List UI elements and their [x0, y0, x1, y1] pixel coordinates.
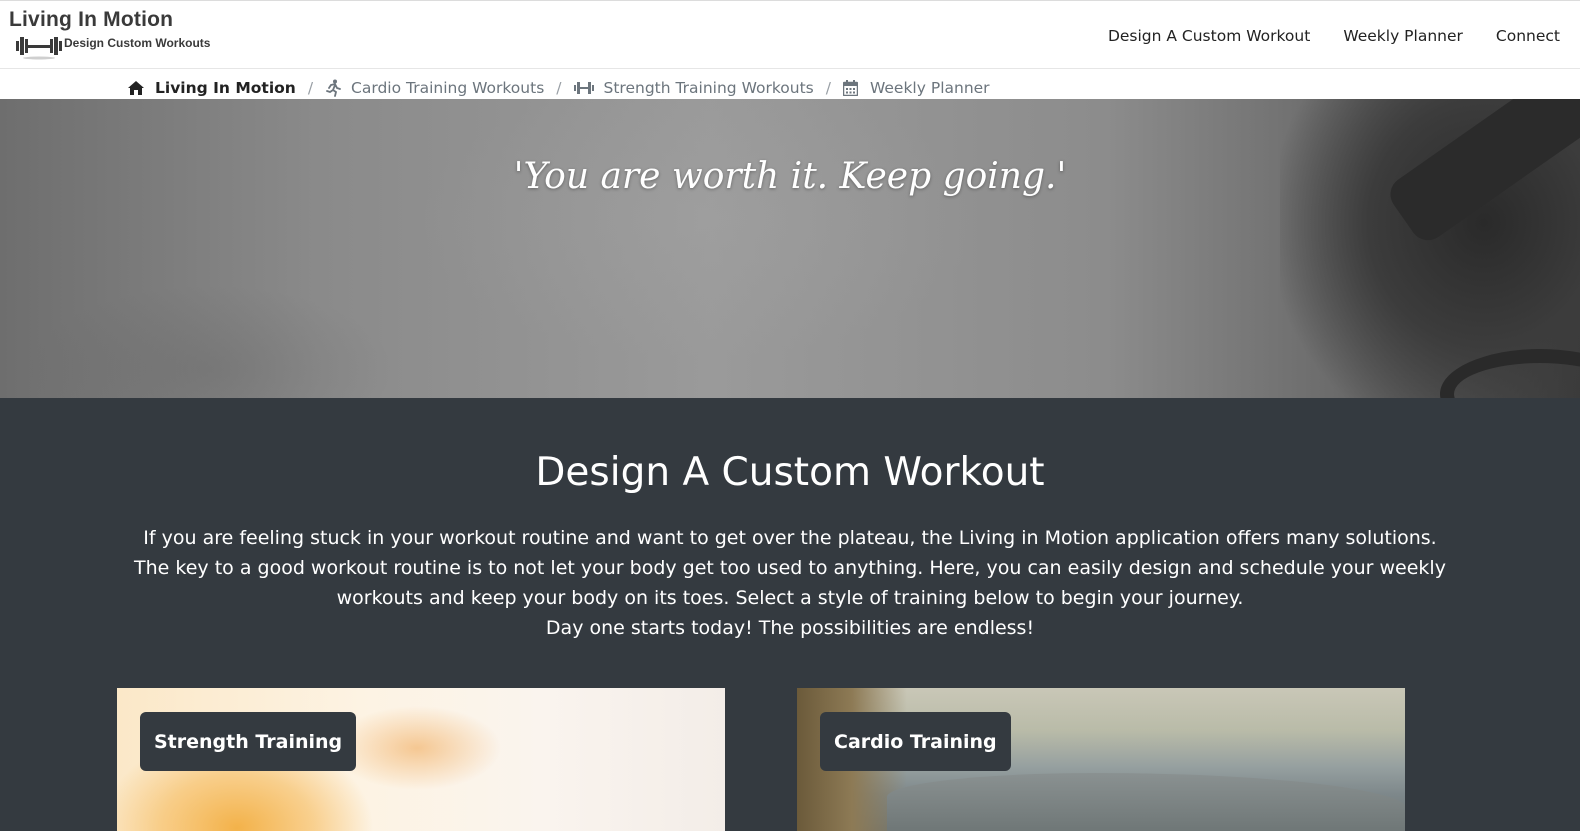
- intro-paragraph: The key to a good workout routine is to …: [134, 557, 1446, 609]
- strength-training-label[interactable]: Strength Training: [140, 712, 357, 771]
- cardio-training-label[interactable]: Cardio Training: [820, 712, 1011, 771]
- breadcrumb-separator: /: [825, 79, 831, 97]
- breadcrumb-item-strength[interactable]: Strength Training Workouts: [573, 79, 814, 97]
- section-title: Design A Custom Workout: [535, 450, 1045, 495]
- brand-title: Living In Motion: [9, 8, 174, 31]
- running-icon: [326, 79, 341, 97]
- breadcrumb-label: Living In Motion: [155, 79, 296, 97]
- breadcrumb-item-home[interactable]: Living In Motion: [127, 79, 296, 97]
- nav-link-connect[interactable]: Connect: [1496, 26, 1560, 46]
- card-image-hills: [887, 773, 1405, 831]
- calendar-icon: [842, 80, 858, 96]
- nav-link-weekly-planner[interactable]: Weekly Planner: [1343, 26, 1463, 46]
- section-description: If you are feeling stuck in your workout…: [110, 523, 1470, 643]
- cardio-training-card[interactable]: Cardio Training: [797, 688, 1405, 831]
- brand-subtitle: Design Custom Workouts: [64, 36, 211, 50]
- nav-link-design-workout[interactable]: Design A Custom Workout: [1108, 26, 1310, 46]
- hero-quote: 'You are worth it. Keep going.': [513, 156, 1067, 197]
- strength-training-card[interactable]: Strength Training: [117, 688, 725, 831]
- breadcrumb-separator: /: [307, 79, 314, 97]
- breadcrumb: Living In Motion / Cardio Training Worko…: [127, 77, 990, 99]
- intro-paragraph: If you are feeling stuck in your workout…: [143, 527, 1437, 549]
- barbell-icon: [16, 37, 62, 60]
- brand-logo[interactable]: Living In Motion Design Custom Workouts: [9, 8, 219, 60]
- intro-paragraph: Day one starts today! The possibilities …: [545, 617, 1035, 639]
- dumbbell-icon: [573, 82, 594, 94]
- breadcrumb-separator: /: [556, 79, 562, 97]
- hero-banner: 'You are worth it. Keep going.': [0, 99, 1580, 398]
- breadcrumb-label: Weekly Planner: [869, 79, 990, 97]
- breadcrumb-label: Cardio Training Workouts: [351, 79, 545, 97]
- top-navbar: Living In Motion Design Custom Workouts …: [0, 0, 1580, 69]
- breadcrumb-label: Strength Training Workouts: [603, 79, 814, 97]
- nav-links: Design A Custom Workout Weekly Planner C…: [1075, 26, 1560, 46]
- breadcrumb-item-cardio[interactable]: Cardio Training Workouts: [325, 79, 544, 97]
- home-icon: [128, 81, 144, 95]
- design-workout-section: Design A Custom Workout If you are feeli…: [0, 398, 1580, 831]
- breadcrumb-item-weekly-planner[interactable]: Weekly Planner: [842, 79, 990, 97]
